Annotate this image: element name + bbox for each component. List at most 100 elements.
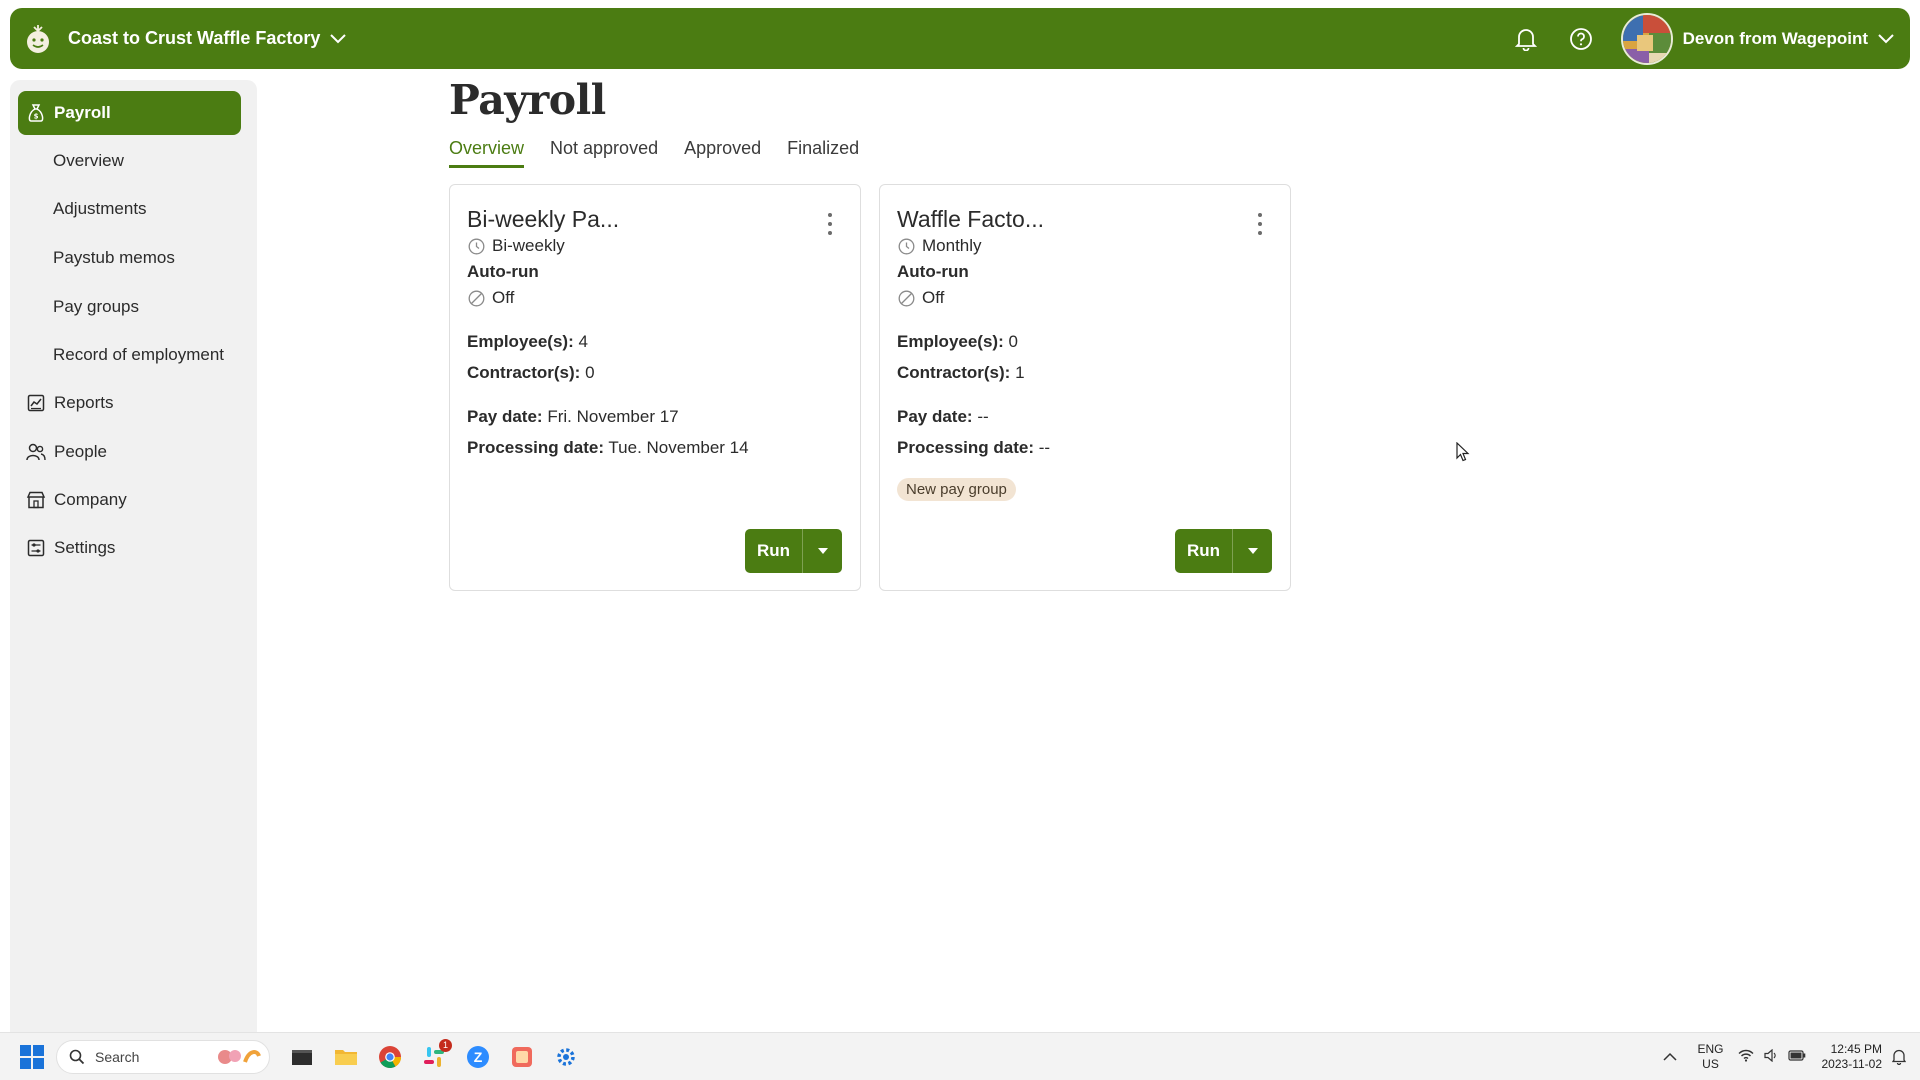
tab-finalized[interactable]: Finalized bbox=[787, 138, 859, 168]
run-button[interactable]: Run bbox=[1175, 529, 1232, 573]
contractors-value: 1 bbox=[1010, 363, 1025, 382]
clock[interactable]: 12:45 PM 2023-11-02 bbox=[1822, 1042, 1883, 1072]
sidebar-item-label: Settings bbox=[54, 538, 116, 557]
run-split-button: Run bbox=[745, 529, 842, 573]
employees-count: Employee(s): 4 bbox=[467, 332, 588, 352]
sidebar-item-reports[interactable]: Reports bbox=[18, 381, 241, 425]
svg-text:$: $ bbox=[34, 113, 39, 121]
system-tray[interactable] bbox=[1738, 1048, 1806, 1065]
processing-date: Processing date: -- bbox=[897, 438, 1050, 458]
battery-icon bbox=[1787, 1049, 1806, 1064]
help-icon[interactable] bbox=[1566, 24, 1596, 54]
autorun-status: Off bbox=[897, 288, 944, 308]
settings-icon bbox=[25, 537, 47, 559]
autorun-label-row: Auto-run bbox=[467, 262, 539, 282]
processing-date-label: Processing date: bbox=[467, 438, 604, 457]
payroll-tabs: Overview Not approved Approved Finalized bbox=[449, 138, 885, 168]
employees-count: Employee(s): 0 bbox=[897, 332, 1018, 352]
sidebar-subitem-adjustments[interactable]: Adjustments bbox=[53, 194, 147, 224]
pay-frequency-value: Bi-weekly bbox=[492, 236, 565, 255]
tab-overview[interactable]: Overview bbox=[449, 138, 525, 168]
lang-code: ENG bbox=[1697, 1041, 1724, 1056]
employees-value: 4 bbox=[573, 332, 588, 351]
disabled-icon bbox=[467, 289, 485, 307]
processing-date-value: -- bbox=[1034, 438, 1051, 457]
run-split-button: Run bbox=[1175, 529, 1272, 573]
autorun-label: Auto-run bbox=[897, 262, 969, 281]
terminal-app-icon[interactable] bbox=[288, 1043, 316, 1071]
caret-down-icon bbox=[817, 548, 828, 554]
pay-date: Pay date: Fri. November 17 bbox=[467, 407, 679, 427]
language-indicator[interactable]: ENG US bbox=[1697, 1042, 1723, 1072]
contractors-count: Contractor(s): 0 bbox=[467, 363, 595, 383]
processing-date-value: Tue. November 14 bbox=[604, 438, 749, 457]
more-options-icon[interactable] bbox=[1254, 213, 1266, 235]
taskbar-search[interactable]: Search bbox=[56, 1039, 270, 1074]
autorun-status: Off bbox=[467, 288, 514, 308]
run-dropdown-button[interactable] bbox=[802, 529, 842, 573]
employees-label: Employee(s): bbox=[897, 332, 1004, 351]
sidebar-item-settings[interactable]: Settings bbox=[18, 526, 241, 570]
people-icon bbox=[25, 441, 47, 463]
bell-icon[interactable] bbox=[1511, 24, 1541, 54]
pay-group-card: Bi-weekly Pa... Bi-weekly Auto-run Off E… bbox=[449, 184, 861, 591]
run-button[interactable]: Run bbox=[745, 529, 802, 573]
disabled-icon bbox=[897, 289, 915, 307]
photos-app-icon[interactable] bbox=[508, 1043, 536, 1071]
windows-start-icon[interactable] bbox=[20, 1044, 44, 1069]
wifi-icon bbox=[1738, 1049, 1754, 1065]
zoom-icon[interactable]: Z bbox=[464, 1043, 492, 1071]
sidebar-item-people[interactable]: People bbox=[18, 430, 241, 474]
sidebar-subitem-paystub-memos[interactable]: Paystub memos bbox=[53, 243, 175, 273]
settings-gear-icon[interactable] bbox=[552, 1043, 580, 1071]
sidebar-subitem-overview[interactable]: Overview bbox=[53, 146, 124, 176]
file-explorer-icon[interactable] bbox=[332, 1043, 360, 1071]
sidebar-subitem-record-of-employment[interactable]: Record of employment bbox=[53, 340, 224, 370]
more-options-icon[interactable] bbox=[824, 213, 836, 235]
svg-text:Z: Z bbox=[474, 1049, 483, 1065]
sidebar-item-payroll[interactable]: $ Payroll bbox=[18, 91, 241, 135]
chevron-down-icon bbox=[330, 33, 347, 44]
pay-date-value: Fri. November 17 bbox=[542, 407, 679, 426]
autorun-label: Auto-run bbox=[467, 262, 539, 281]
top-header: Coast to Crust Waffle Factory Devon from… bbox=[10, 8, 1910, 69]
employees-value: 0 bbox=[1003, 332, 1018, 351]
sidebar-item-label: Company bbox=[54, 490, 127, 509]
employees-label: Employee(s): bbox=[467, 332, 574, 351]
notification-center-icon[interactable] bbox=[1892, 1049, 1906, 1065]
store-icon bbox=[25, 489, 47, 511]
chevron-down-icon bbox=[1878, 33, 1894, 44]
slack-icon[interactable]: 1 bbox=[420, 1038, 452, 1071]
clock-icon bbox=[897, 237, 915, 255]
processing-date-label: Processing date: bbox=[897, 438, 1034, 457]
os-taskbar: Search 1 Z ENG US 12:45 PM 2023-11-02 bbox=[0, 1032, 1920, 1080]
company-name: Coast to Crust Waffle Factory bbox=[68, 28, 321, 48]
page-title: Payroll bbox=[449, 76, 606, 124]
sidebar-item-label: Reports bbox=[54, 393, 114, 412]
chrome-icon[interactable] bbox=[376, 1043, 404, 1071]
search-highlight-icon bbox=[213, 1046, 261, 1068]
search-icon bbox=[69, 1049, 85, 1065]
sidebar-item-company[interactable]: Company bbox=[18, 478, 241, 522]
sidebar-subitem-pay-groups[interactable]: Pay groups bbox=[53, 292, 139, 322]
company-switcher[interactable]: Coast to Crust Waffle Factory bbox=[22, 23, 347, 55]
pay-frequency: Bi-weekly bbox=[467, 236, 565, 256]
pay-group-title[interactable]: Waffle Facto... bbox=[897, 206, 1044, 233]
mouse-cursor-icon bbox=[1456, 441, 1470, 467]
autorun-label-row: Auto-run bbox=[897, 262, 969, 282]
contractors-label: Contractor(s): bbox=[897, 363, 1011, 382]
lang-region: US bbox=[1702, 1056, 1719, 1071]
sidebar-item-label: Payroll bbox=[54, 103, 111, 122]
user-menu[interactable]: Devon from Wagepoint bbox=[1620, 12, 1894, 65]
chevron-up-icon[interactable] bbox=[1663, 1050, 1678, 1064]
contractors-value: 0 bbox=[580, 363, 595, 382]
pay-group-title[interactable]: Bi-weekly Pa... bbox=[467, 206, 619, 233]
report-icon bbox=[25, 392, 47, 414]
search-placeholder: Search bbox=[95, 1048, 140, 1065]
clock-icon bbox=[467, 237, 485, 255]
tab-approved[interactable]: Approved bbox=[684, 138, 761, 168]
run-dropdown-button[interactable] bbox=[1232, 529, 1272, 573]
clock-time: 12:45 PM bbox=[1830, 1041, 1882, 1056]
pay-frequency: Monthly bbox=[897, 236, 982, 256]
tab-not-approved[interactable]: Not approved bbox=[550, 138, 658, 168]
